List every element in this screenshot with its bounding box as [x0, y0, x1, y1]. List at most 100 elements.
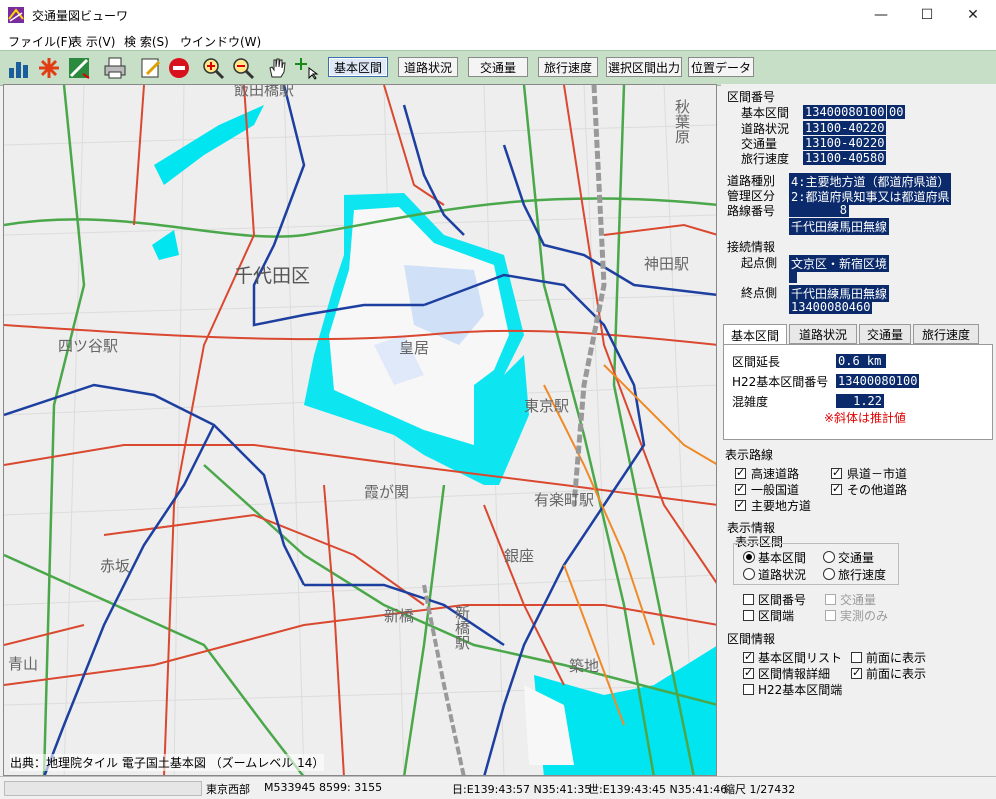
checkbox-major-local-road[interactable] — [735, 498, 746, 511]
checkbox-h22-section-end[interactable] — [743, 684, 754, 695]
hand-pan-icon[interactable] — [264, 55, 290, 81]
btn-basic-section[interactable]: 基本区間 — [328, 57, 388, 77]
section-id-value-speed: 13100-40580 — [803, 151, 887, 165]
label-expressway: 高速道路 — [751, 467, 800, 481]
map-label-kanda-station: 神田駅 — [644, 255, 690, 273]
label-section-number: 区間番号 — [758, 593, 807, 607]
asterisk-icon[interactable] — [36, 55, 62, 81]
checkbox-expressway[interactable] — [735, 466, 746, 479]
select-cursor-icon[interactable] — [294, 55, 320, 81]
map-label-akihabara: 秋葉原 — [673, 99, 691, 144]
checkbox-section-detail[interactable] — [743, 666, 754, 679]
status-mesh: M533945 8599: 3155 — [264, 781, 383, 794]
estimated-note: ※斜体は推計値 — [824, 411, 907, 425]
label-radio-travel-speed: 旅行速度 — [838, 568, 887, 582]
map-label-kasumigaseki: 霞が関 — [364, 483, 410, 501]
btn-selected-output[interactable]: 選択区間出力 — [606, 57, 682, 77]
menu-bar: ファイル(F) 表 示(V) 検 索(S) ウインドウ(W) — [0, 30, 996, 50]
checkbox-volume-disabled — [825, 594, 836, 605]
edit-icon[interactable] — [138, 55, 164, 81]
tab-traffic-volume[interactable]: 交通量 — [859, 324, 911, 344]
label-basic-section-list: 基本区間リスト — [758, 651, 843, 665]
h22-value: 13400080100 — [836, 374, 920, 388]
section-id-value-volume: 13100-40220 — [803, 136, 887, 150]
connection-title: 接続情報 — [727, 240, 776, 254]
label-prefectural-municipal: 県道－市道 — [847, 467, 908, 481]
no-entry-icon[interactable] — [166, 55, 192, 81]
tab-travel-speed[interactable]: 旅行速度 — [913, 324, 979, 344]
status-scale: 縮尺 1/27432 — [724, 783, 796, 796]
radio-road-status[interactable] — [743, 568, 755, 580]
tab-road-status[interactable]: 道路状況 — [789, 324, 857, 344]
congestion-label: 混雑度 — [732, 395, 769, 409]
map-view[interactable]: 千代田区 皇居 四ツ谷駅 赤坂 新橋 新橋駅 銀座 青山 東京駅 神田駅 有楽町… — [3, 84, 717, 776]
label-major-local-road: 主要地方道 — [751, 499, 812, 513]
checkbox-prefectural-municipal[interactable] — [831, 466, 842, 479]
menu-window[interactable]: ウインドウ(W) — [180, 33, 261, 50]
checkbox-measured-only-disabled — [825, 610, 836, 621]
btn-travel-speed[interactable]: 旅行速度 — [538, 57, 598, 77]
btn-road-status[interactable]: 道路状況 — [398, 57, 458, 77]
toolbar: 基本区間 道路状況 交通量 旅行速度 選択区間出力 位置データ — [0, 50, 996, 86]
zoom-out-icon[interactable] — [230, 55, 256, 81]
checkbox-section-number[interactable] — [743, 594, 754, 605]
status-japan-coords: 日:E139:43:57 N35:41:35 — [452, 783, 592, 796]
start-label: 起点側 — [741, 256, 778, 270]
radio-basic-section[interactable] — [743, 551, 755, 563]
status-world-coords: 世:E139:43:45 N35:41:46 — [588, 783, 728, 796]
status-bar: 東京西部 M533945 8599: 3155 日:E139:43:57 N35… — [0, 776, 996, 799]
map-label-shinbashi-station: 新橋駅 — [453, 605, 471, 650]
menu-view[interactable]: 表 示(V) — [70, 33, 115, 50]
tab-panel-basic: 区間延長 0.6 km H22基本区間番号 13400080100 混雑度 1.… — [723, 344, 993, 440]
section-info-title: 区間情報 — [727, 632, 776, 646]
app-icon — [8, 7, 24, 23]
window-title: 交通量図ビューワ — [32, 9, 129, 23]
print-icon[interactable] — [102, 55, 128, 81]
label-measured-only: 実測のみ — [840, 609, 889, 623]
checkbox-national-road[interactable] — [735, 482, 746, 495]
menu-file[interactable]: ファイル(F) — [8, 33, 72, 50]
map-label-aoyama: 青山 — [8, 655, 39, 673]
zoom-in-icon[interactable] — [200, 55, 226, 81]
route-name: 千代田練馬田無線 — [789, 218, 890, 235]
checkbox-basic-section-list[interactable] — [743, 650, 754, 663]
display-routes-title: 表示路線 — [725, 448, 774, 462]
checkbox-front-display-2[interactable] — [851, 666, 862, 679]
btn-traffic-volume[interactable]: 交通量 — [468, 57, 528, 77]
label-section-detail: 区間情報詳細 — [758, 667, 831, 681]
end-label: 終点側 — [741, 286, 778, 300]
checkbox-section-end[interactable] — [743, 610, 754, 621]
section-id-label-basic: 基本区間 — [741, 106, 790, 120]
minimize-button[interactable]: — — [858, 0, 904, 30]
radio-traffic-volume[interactable] — [823, 551, 835, 563]
map-canvas — [4, 85, 716, 775]
section-id-title: 区間番号 — [727, 90, 776, 104]
label-radio-basic-section: 基本区間 — [758, 551, 807, 565]
radio-travel-speed[interactable] — [823, 568, 835, 580]
map-label-akasaka: 赤坂 — [100, 557, 131, 575]
map-label-iidabashi: 飯田橋駅 — [234, 84, 295, 99]
label-h22-section-end: H22基本区間端 — [758, 683, 843, 697]
menu-search[interactable]: 検 索(S) — [124, 33, 169, 50]
congestion-value: 1.22 — [836, 394, 884, 408]
title-bar: 交通量図ビューワ — ☐ ✕ — [0, 0, 996, 30]
checkbox-front-display-1[interactable] — [851, 652, 862, 663]
label-front-display-2: 前面に表示 — [866, 667, 927, 681]
route-label: 路線番号 — [727, 204, 776, 218]
map-label-kokyo: 皇居 — [399, 339, 430, 357]
map-label-yurakucho: 有楽町駅 — [534, 491, 595, 509]
checkbox-other-road[interactable] — [831, 482, 842, 495]
map-credit: 出典：地理院タイル 電子国土基本図 （ズームレベル 14） — [10, 754, 325, 771]
btn-position-data[interactable]: 位置データ — [688, 57, 754, 77]
route-value: 8 — [789, 203, 849, 217]
map-label-ginza: 銀座 — [504, 547, 535, 565]
tab-basic-section[interactable]: 基本区間 — [723, 324, 787, 345]
label-other-road: その他道路 — [847, 483, 908, 497]
maximize-button[interactable]: ☐ — [904, 0, 950, 30]
chart-icon[interactable] — [6, 55, 32, 81]
close-button[interactable]: ✕ — [950, 0, 996, 30]
label-radio-road-status: 道路状況 — [758, 568, 807, 582]
section-id-value-road: 13100-40220 — [803, 121, 887, 135]
pen-icon[interactable] — [66, 55, 92, 81]
start-value: 文京区・新宿区境 — [789, 255, 890, 272]
